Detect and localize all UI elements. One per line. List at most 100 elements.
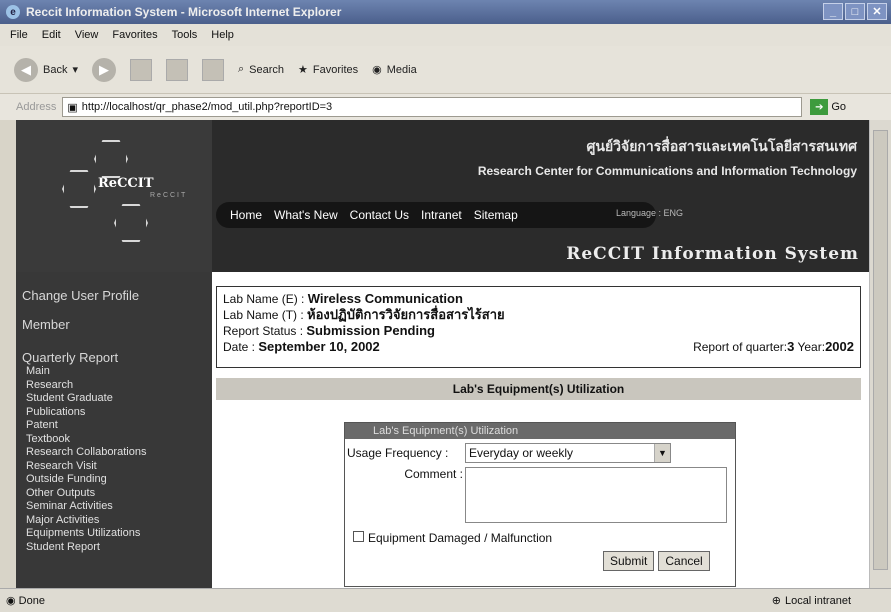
report-status: Submission Pending (306, 323, 435, 338)
sidebar-item-research-visit[interactable]: Research Visit (22, 460, 212, 474)
go-arrow-icon: ➔ (810, 99, 829, 115)
window-title: Reccit Information System - Microsoft In… (26, 5, 342, 19)
stop-icon[interactable] (130, 58, 152, 81)
submit-button[interactable]: Submit (603, 551, 655, 571)
minimize-icon[interactable]: _ (823, 3, 843, 20)
sidebar-item-outside-funding[interactable]: Outside Funding (22, 473, 212, 487)
menu-help[interactable]: Help (211, 29, 234, 41)
site-header: ReCCIT ReCCIT ศูนย์วิจัยการสื่อสารและเทค… (16, 120, 869, 272)
lab-name-thai: ห้องปฏิบัติการวิจัยการสื่อสารไร้สาย (307, 307, 505, 322)
site-logo[interactable]: ReCCIT (98, 176, 154, 191)
media-button[interactable]: ◉ Media (372, 63, 417, 77)
menu-view[interactable]: View (75, 29, 99, 41)
address-input[interactable]: ▣ http://localhost/qr_phase2/mod_util.ph… (62, 97, 803, 117)
quarter-value: 3 (787, 339, 795, 354)
maximize-icon[interactable]: □ (845, 3, 865, 20)
ie-icon: e (6, 5, 20, 19)
year-value: 2002 (825, 339, 854, 354)
address-bar: Address ▣ http://localhost/qr_phase2/mod… (0, 94, 891, 120)
nav-contact-us[interactable]: Contact Us (350, 208, 409, 222)
home-icon[interactable] (202, 58, 224, 81)
form-header: Lab's Equipment(s) Utilization (345, 423, 735, 439)
window-titlebar: e Reccit Information System - Microsoft … (0, 0, 891, 24)
nav-intranet[interactable]: Intranet (421, 208, 462, 222)
lab-name-thai-row: Lab Name (T) : ห้องปฏิบัติการวิจัยการสื่… (223, 307, 505, 322)
main-nav: Home What's New Contact Us Intranet Site… (216, 202, 656, 228)
lab-info-box: Lab Name (E) : Wireless Communication La… (216, 286, 861, 368)
browser-toolbar: ◀ Back ▾ ▶ ⌕ Search ★ Favorites ◉ Media (0, 46, 891, 94)
back-button[interactable]: ◀ Back ▾ (14, 57, 78, 82)
utilization-form: Lab's Equipment(s) Utilization Usage Fre… (344, 422, 736, 587)
damaged-row: Equipment Damaged / Malfunction (353, 531, 552, 545)
form-buttons: Submit Cancel (603, 551, 710, 571)
quarter-info: Report of quarter:3 Year:2002 (693, 339, 854, 354)
menu-favorites[interactable]: Favorites (112, 29, 157, 41)
english-site-title: Research Center for Communications and I… (477, 164, 857, 178)
menu-edit[interactable]: Edit (42, 29, 61, 41)
nav-home[interactable]: Home (230, 208, 262, 222)
scrollbar-thumb[interactable] (873, 130, 888, 570)
vertical-scrollbar[interactable] (869, 120, 891, 588)
menu-bar: File Edit View Favorites Tools Help (0, 24, 891, 46)
sidebar-item-research-collaborations[interactable]: Research Collaborations (22, 446, 212, 460)
lab-name-english: Wireless Communication (307, 291, 463, 306)
chevron-down-icon: ▼ (654, 444, 670, 462)
sidebar-item-major-activities[interactable]: Major Activities (22, 514, 212, 528)
comment-row: Comment : (403, 467, 727, 523)
sidebar-item-equipments-utilizations[interactable]: Equipments Utilizations (22, 527, 212, 541)
sidebar-item-patent[interactable]: Patent (22, 419, 212, 433)
damaged-label: Equipment Damaged / Malfunction (368, 531, 553, 545)
go-button[interactable]: ➔ Go (810, 99, 846, 115)
search-button[interactable]: ⌕ Search (238, 63, 284, 76)
sidebar-change-profile[interactable]: Change User Profile (22, 288, 212, 303)
status-text: Done (18, 594, 45, 607)
nav-whats-new[interactable]: What's New (274, 208, 338, 222)
system-title: ReCCIT Information System (566, 244, 859, 264)
hexagon-logo-icon (94, 140, 128, 178)
sidebar-item-seminar-activities[interactable]: Seminar Activities (22, 500, 212, 514)
usage-row: Usage Frequency : Everyday or weekly ▼ (347, 443, 671, 463)
sidebar-member[interactable]: Member (22, 317, 212, 332)
lab-name-english-row: Lab Name (E) : Wireless Communication (223, 291, 463, 306)
comment-label: Comment : (404, 467, 463, 481)
page-icon: ▣ (67, 101, 78, 114)
report-status-row: Report Status : Submission Pending (223, 323, 435, 338)
sidebar-item-main[interactable]: Main (22, 365, 212, 379)
back-arrow-icon: ◀ (14, 57, 38, 82)
menu-file[interactable]: File (10, 29, 28, 41)
sidebar-item-publications[interactable]: Publications (22, 406, 212, 420)
main-content: Lab Name (E) : Wireless Communication La… (216, 272, 869, 588)
window-controls: _ □ ✕ (823, 3, 887, 20)
sidebar-item-other-outputs[interactable]: Other Outputs (22, 487, 212, 501)
site-logo-sub: ReCCIT (150, 192, 188, 199)
favorites-button[interactable]: ★ Favorites (298, 63, 358, 77)
usage-label: Usage Frequency : (347, 446, 449, 460)
search-icon: ⌕ (238, 63, 245, 75)
usage-frequency-select[interactable]: Everyday or weekly ▼ (465, 443, 671, 463)
sidebar-item-student-report[interactable]: Student Report (22, 541, 212, 555)
damaged-checkbox[interactable] (353, 531, 364, 542)
refresh-icon[interactable] (166, 58, 188, 81)
sidebar-item-student-graduate[interactable]: Student Graduate (22, 392, 212, 406)
forward-arrow-icon[interactable]: ▶ (92, 57, 116, 82)
section-title: Lab's Equipment(s) Utilization (216, 378, 861, 400)
logo-area: ReCCIT ReCCIT (16, 120, 212, 272)
address-url: http://localhost/qr_phase2/mod_util.php?… (81, 101, 333, 113)
cancel-button[interactable]: Cancel (658, 551, 710, 571)
menu-tools[interactable]: Tools (172, 29, 198, 41)
status-bar: ◉ Done ⊕ Local intranet (0, 588, 891, 612)
sidebar-item-textbook[interactable]: Textbook (22, 433, 212, 447)
language-switch[interactable]: Language : ENG (616, 208, 683, 218)
hexagon-logo-icon (62, 170, 96, 208)
web-page: ReCCIT ReCCIT ศูนย์วิจัยการสื่อสารและเทค… (16, 120, 869, 588)
nav-sitemap[interactable]: Sitemap (474, 208, 518, 222)
done-icon: ◉ (6, 595, 19, 607)
close-icon[interactable]: ✕ (867, 3, 887, 20)
comment-textarea[interactable] (465, 467, 727, 523)
zone-indicator: ⊕ Local intranet (771, 594, 851, 608)
sidebar-item-research[interactable]: Research (22, 379, 212, 393)
media-icon: ◉ (372, 64, 382, 76)
sidebar-quarterly-report[interactable]: Quarterly Report (22, 350, 212, 365)
thai-site-title: ศูนย์วิจัยการสื่อสารและเทคโนโลยีสารสนเทศ (586, 138, 858, 154)
sidebar: Change User Profile Member Quarterly Rep… (16, 272, 212, 588)
